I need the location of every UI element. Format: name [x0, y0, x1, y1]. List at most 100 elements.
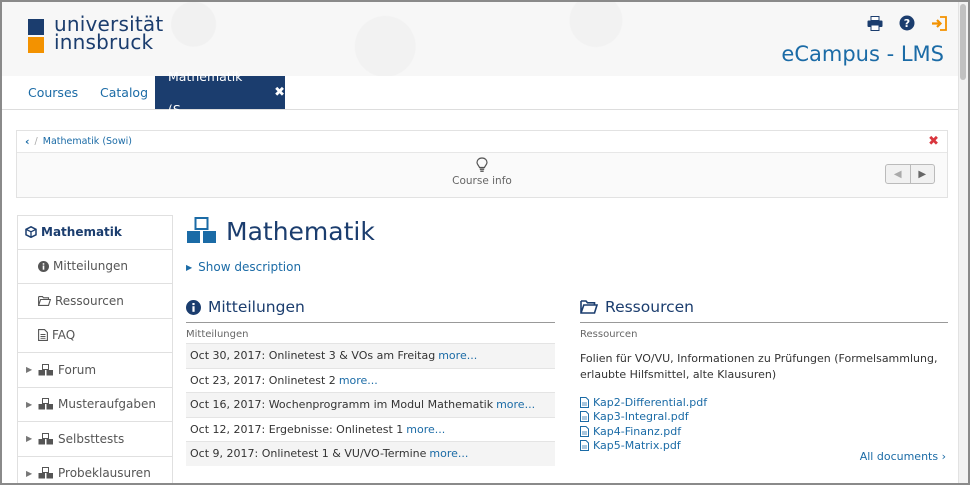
pdf-file-icon	[580, 411, 589, 423]
close-icon[interactable]: ✖	[274, 76, 285, 109]
news-more-link[interactable]: more...	[406, 423, 445, 436]
file-link[interactable]: Kap2-Differential.pdf	[580, 395, 948, 410]
news-more-link[interactable]: more...	[496, 398, 535, 411]
sidebar-root-label: Mathematik	[41, 225, 122, 240]
cubes-icon	[38, 398, 54, 410]
file-link[interactable]: Kap3-Integral.pdf	[580, 410, 948, 425]
all-documents-link[interactable]: All documents ›	[860, 450, 946, 463]
breadcrumb: ‹ / Mathematik (Sowi)	[17, 131, 947, 153]
nav-courses[interactable]: Courses	[16, 76, 90, 109]
sidebar-item-label: Forum	[58, 362, 97, 377]
expand-caret-icon[interactable]: ▶	[26, 469, 32, 478]
logo-square-orange	[28, 37, 44, 53]
sidebar-item-ressourcen[interactable]: Ressourcen	[17, 284, 173, 319]
scrollbar-thumb[interactable]	[960, 4, 966, 80]
nav-catalog[interactable]: Catalog	[88, 76, 160, 109]
chevron-left-icon[interactable]: ◀	[886, 165, 911, 183]
news-more-link[interactable]: more...	[339, 374, 378, 387]
sidebar-item-musteraufgaben[interactable]: ▶ Musteraufgaben	[17, 387, 173, 422]
news-item-text: Oct 23, 2017: Onlinetest 2	[190, 373, 336, 387]
sidebar-item-label: FAQ	[52, 328, 76, 343]
news-heading: Mitteilungen	[186, 296, 555, 318]
sidebar-item-root[interactable]: Mathematik	[17, 215, 173, 250]
news-item: Oct 12, 2017: Ergebnisse: Onlinetest 1 m…	[186, 416, 555, 441]
news-item: Oct 23, 2017: Onlinetest 2 more...	[186, 367, 555, 392]
caret-right-icon: ▶	[186, 262, 193, 272]
main-content: Mathematik ▶ Show description Mitteilung…	[186, 215, 949, 466]
expand-caret-icon[interactable]: ▶	[26, 434, 32, 443]
sidebar-item-selbsttests[interactable]: ▶ Selbsttests	[17, 422, 173, 457]
resources-description: Folien für VO/VU, Informationen zu Prüfu…	[580, 352, 938, 381]
browser-viewport: universität innsbruck ? eCampus - LMS Co…	[0, 0, 970, 485]
close-course-icon[interactable]: ✖	[928, 134, 939, 149]
sidebar-item-label: Musteraufgaben	[58, 397, 156, 412]
news-more-link[interactable]: more...	[429, 447, 468, 460]
news-list: Oct 30, 2017: Onlinetest 3 & VOs am Frei…	[186, 343, 555, 466]
document-icon	[38, 329, 48, 342]
sidebar-item-forum[interactable]: ▶ Forum	[17, 353, 173, 388]
file-name: Kap5-Matrix.pdf	[593, 439, 681, 453]
page-header: universität innsbruck ? eCampus - LMS	[2, 2, 960, 76]
resources-heading: Ressourcen	[580, 296, 948, 318]
app-title: eCampus - LMS	[781, 42, 944, 66]
all-documents-label: All documents	[859, 450, 939, 463]
sidebar-item-label: Ressourcen	[55, 293, 124, 308]
file-name: Kap4-Finanz.pdf	[593, 424, 682, 438]
show-description-link[interactable]: ▶ Show description	[186, 260, 949, 274]
course-pager: ◀ ▶	[885, 164, 935, 184]
resources-subheading: Ressourcen	[580, 329, 638, 340]
news-item-text: Oct 9, 2017: Onlinetest 1 & VU/VO-Termin…	[190, 447, 427, 461]
chevron-left-icon[interactable]: ‹	[25, 135, 30, 148]
divider	[186, 322, 555, 323]
sidebar-item-probeklausuren[interactable]: ▶ Probeklausuren	[17, 456, 173, 483]
sidebar-item-faq[interactable]: FAQ	[17, 318, 173, 353]
main-nav: Courses Catalog Mathematik (S... ✖	[2, 69, 960, 117]
pdf-file-icon	[580, 425, 589, 437]
chevron-right-icon[interactable]: ▶	[911, 165, 935, 183]
nav-active-course-tab[interactable]: Mathematik (S... ✖	[155, 69, 285, 117]
news-item-text: Oct 30, 2017: Onlinetest 3 & VOs am Frei…	[190, 349, 436, 363]
news-subheading: Mitteilungen	[186, 329, 249, 340]
course-info-button[interactable]: Course info	[17, 157, 947, 187]
vertical-scrollbar[interactable]	[958, 2, 968, 483]
cubes-icon	[38, 432, 54, 445]
cubes-icon	[38, 363, 54, 376]
breadcrumb-course-link[interactable]: Mathematik (Sowi)	[43, 136, 132, 147]
chevron-right-icon: ›	[941, 450, 946, 463]
news-item: Oct 30, 2017: Onlinetest 3 & VOs am Frei…	[186, 343, 555, 368]
header-toolbar: ?	[866, 14, 948, 32]
svg-text:?: ?	[904, 17, 910, 30]
expand-caret-icon[interactable]: ▶	[26, 400, 32, 409]
sidebar-item-mitteilungen[interactable]: Mitteilungen	[17, 249, 173, 284]
course-info-label: Course info	[452, 175, 512, 187]
logo-text: universität innsbruck	[54, 14, 163, 54]
news-item-text: Oct 16, 2017: Wochenprogramm im Modul Ma…	[190, 398, 494, 412]
print-icon[interactable]	[866, 14, 884, 32]
file-link[interactable]: Kap4-Finanz.pdf	[580, 424, 948, 439]
logout-icon[interactable]	[930, 14, 948, 32]
divider	[580, 322, 948, 323]
show-description-label: Show description	[198, 260, 302, 274]
sidebar-item-label: Selbsttests	[58, 431, 125, 446]
cubes-icon	[187, 217, 216, 243]
sidebar-item-label: Probeklausuren	[58, 466, 151, 481]
expand-caret-icon[interactable]: ▶	[26, 365, 32, 374]
page-title: Mathematik	[186, 215, 949, 247]
news-more-link[interactable]: more...	[438, 349, 477, 362]
resources-panel: Ressourcen Ressourcen Folien für VO/VU, …	[580, 296, 948, 463]
info-icon	[186, 299, 201, 315]
file-name: Kap2-Differential.pdf	[593, 395, 708, 409]
course-sidebar: Mathematik Mitteilungen Ressourcen FAQ ▶	[17, 215, 173, 483]
news-item: Oct 16, 2017: Wochenprogramm im Modul Ma…	[186, 392, 555, 417]
news-item: Oct 9, 2017: Onlinetest 1 & VU/VO-Termin…	[186, 441, 555, 466]
logo-square-blue	[28, 19, 44, 35]
file-list: Kap2-Differential.pdf Kap3-Integral.pdf …	[580, 395, 948, 453]
pdf-file-icon	[580, 440, 589, 452]
course-title: Mathematik	[226, 216, 375, 246]
help-icon[interactable]: ?	[898, 14, 916, 32]
pdf-file-icon	[580, 396, 589, 408]
sidebar-item-label: Mitteilungen	[53, 259, 128, 274]
logo-text-line2: innsbruck	[54, 30, 154, 54]
course-toolbar: ‹ / Mathematik (Sowi) ✖ Course info ◀ ▶	[16, 130, 948, 198]
news-heading-label: Mitteilungen	[208, 298, 305, 316]
